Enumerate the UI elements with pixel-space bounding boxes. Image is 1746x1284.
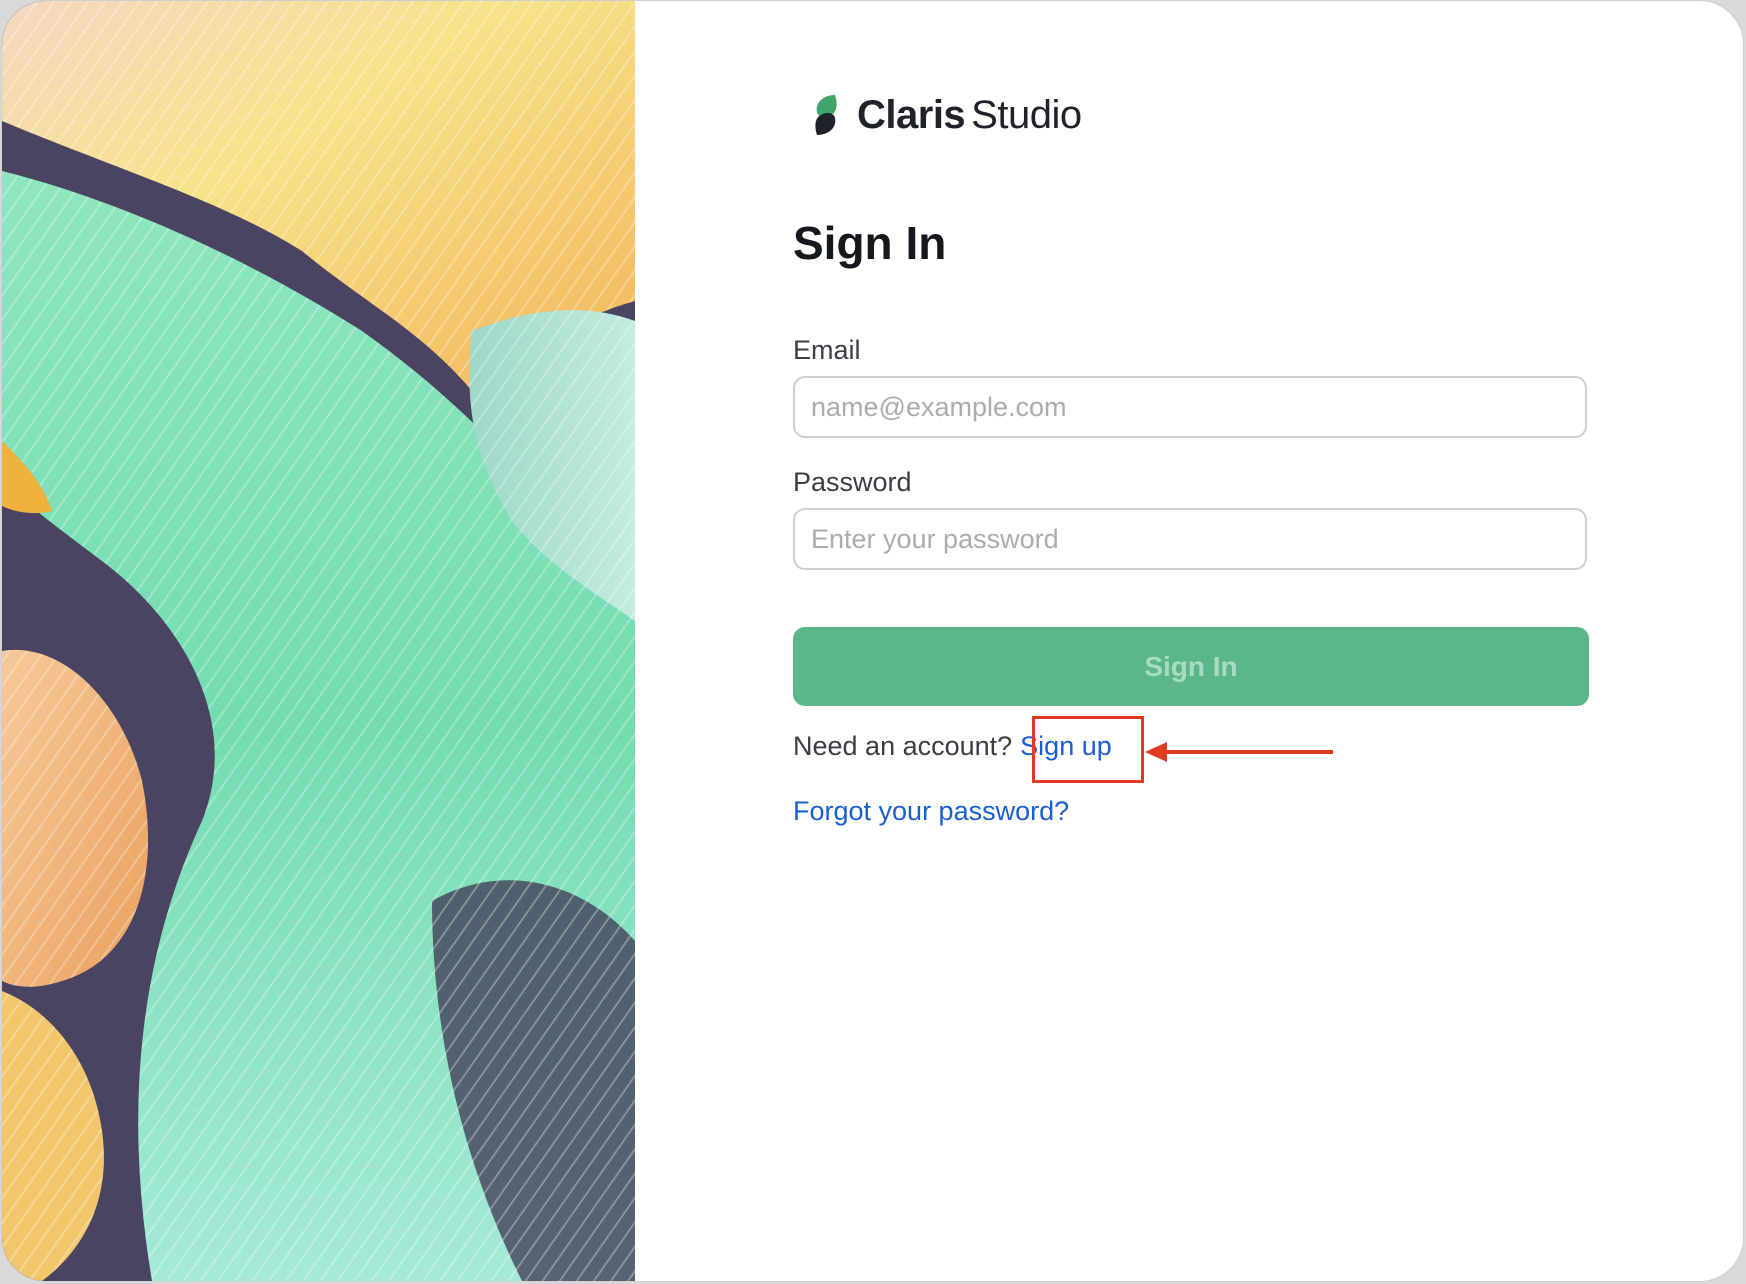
brand-name: Claris Studio [857,93,1082,138]
sign-in-panel: ClarisStudio Sign In Email Password Sign… [635,1,1743,1281]
brand-product: Studio [971,92,1082,137]
decorative-artwork [2,1,635,1281]
page-title: Sign In [793,217,947,269]
sign-in-button[interactable]: Sign In [793,627,1589,706]
forgot-password-link[interactable]: Forgot your password? [793,796,1069,827]
email-field[interactable] [793,376,1587,438]
annotation-arrow-icon [1145,742,1333,762]
claris-leaf-icon [815,95,837,135]
brand-company: Claris [857,92,966,137]
email-label: Email [793,335,861,365]
sign-in-window: ClarisStudio Sign In Email Password Sign… [2,1,1743,1281]
password-field[interactable] [793,508,1587,570]
abstract-wave-art [2,1,635,1281]
password-label: Password [793,467,912,497]
annotation-highlight-box [1032,716,1144,783]
signup-prompt: Need an account? [793,731,1013,761]
brand-logo: Claris Studio [805,89,1082,141]
